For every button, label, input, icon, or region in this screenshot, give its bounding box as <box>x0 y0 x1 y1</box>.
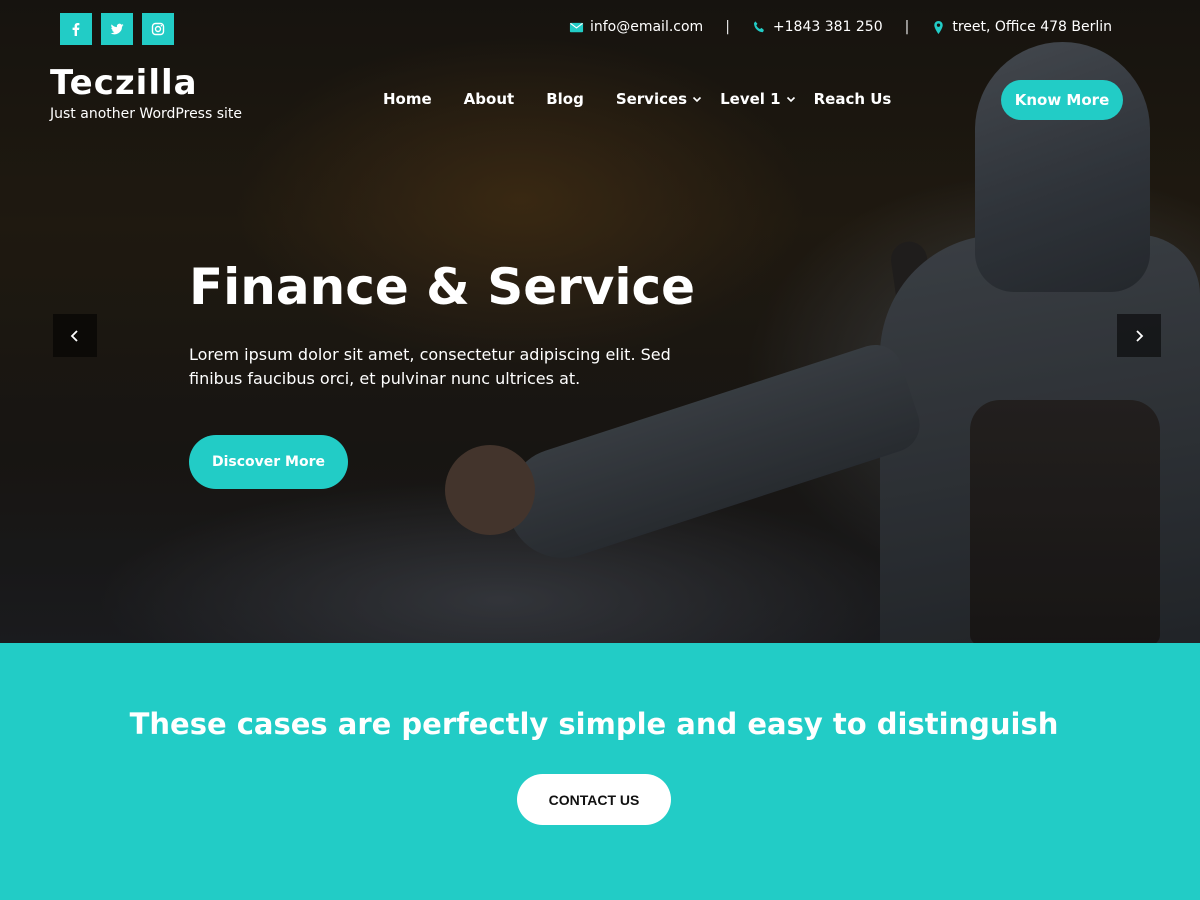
separator: | <box>725 19 730 35</box>
map-marker-icon <box>934 20 944 34</box>
chevron-left-icon <box>70 329 78 342</box>
nav-label: Level 1 <box>720 90 781 108</box>
chevron-right-icon <box>1136 329 1144 342</box>
hero-description: Lorem ipsum dolor sit amet, consectetur … <box>189 345 671 388</box>
nav-item-services[interactable]: Services <box>616 90 702 108</box>
social-links <box>60 13 174 45</box>
slider-prev-button[interactable] <box>53 314 97 357</box>
phone-text: +1843 381 250 <box>772 19 883 35</box>
hero-title: Finance & Service <box>189 258 696 316</box>
cta-section: These cases are perfectly simple and eas… <box>0 643 1200 900</box>
nav-item-blog[interactable]: Blog <box>546 90 584 108</box>
nav-item-level-1[interactable]: Level 1 <box>720 90 795 108</box>
main-nav: Home About Blog Services Level 1 Reach U… <box>383 90 923 108</box>
contact-address: treet, Office 478 Berlin <box>931 19 1112 35</box>
facebook-icon[interactable] <box>60 13 92 45</box>
site-brand[interactable]: Teczilla Just another WordPress site <box>50 62 242 122</box>
phone-icon <box>753 20 764 32</box>
site-title[interactable]: Teczilla <box>50 62 242 104</box>
contact-phone[interactable]: +1843 381 250 <box>752 19 883 35</box>
contact-info-bar: info@email.com | +1843 381 250 | treet, … <box>569 19 1112 35</box>
separator: | <box>904 19 910 35</box>
instagram-icon[interactable] <box>142 13 174 45</box>
nav-label: Reach Us <box>813 90 892 108</box>
envelope-icon <box>569 22 584 32</box>
nav-label: Blog <box>546 90 584 108</box>
nav-label: Home <box>383 90 432 108</box>
site-tagline: Just another WordPress site <box>50 106 243 122</box>
hero-slider: info@email.com | +1843 381 250 | treet, … <box>0 0 1200 643</box>
address-text: treet, Office 478 Berlin <box>952 19 1112 35</box>
email-text: info@email.com <box>589 19 704 35</box>
slider-next-button[interactable] <box>1117 314 1161 357</box>
cta-heading: These cases are perfectly simple and eas… <box>129 707 1059 741</box>
know-more-button[interactable]: Know More <box>1001 80 1123 120</box>
chevron-down-icon <box>786 96 795 103</box>
nav-item-about[interactable]: About <box>464 90 515 108</box>
twitter-icon[interactable] <box>101 13 133 45</box>
nav-label: About <box>463 90 515 108</box>
contact-us-button[interactable]: CONTACT US <box>517 774 671 825</box>
nav-item-home[interactable]: Home <box>383 90 432 108</box>
contact-email[interactable]: info@email.com <box>569 19 703 35</box>
nav-label: Services <box>615 90 688 108</box>
chevron-down-icon <box>693 96 702 103</box>
discover-more-button[interactable]: Discover More <box>189 435 348 489</box>
nav-item-reach-us[interactable]: Reach Us <box>814 90 892 108</box>
